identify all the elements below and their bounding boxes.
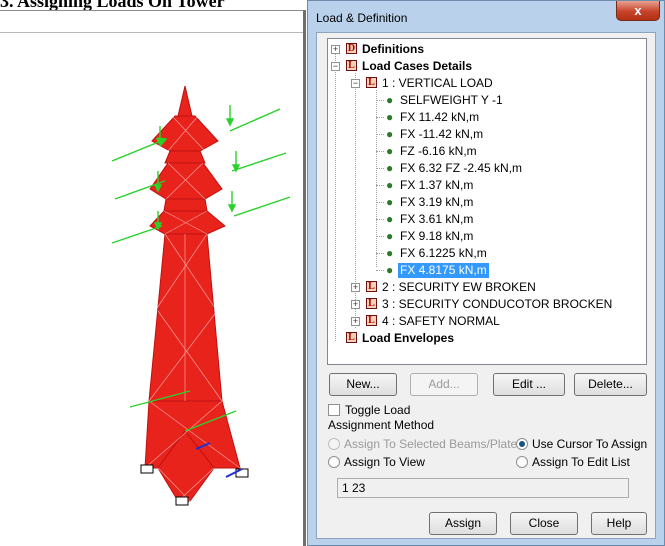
tree-line bbox=[335, 51, 336, 341]
close-icon: x bbox=[634, 3, 642, 18]
tree-label: FX 4.8175 kN,m bbox=[398, 263, 489, 278]
load-item-icon: ● bbox=[386, 93, 394, 107]
assign-edit-list-label: Assign To Edit List bbox=[532, 455, 630, 469]
close-window-button[interactable]: x bbox=[616, 1, 660, 21]
add-button[interactable]: Add... bbox=[410, 373, 478, 396]
assign-selected-radio[interactable] bbox=[328, 438, 340, 450]
load-definition-dialog: Load & Definition x + D Definitions − L … bbox=[307, 0, 665, 546]
load-item-icon: ● bbox=[386, 127, 394, 141]
assign-edit-list-radio[interactable] bbox=[516, 456, 528, 468]
tree-label: FX 3.19 kN,m bbox=[400, 195, 474, 209]
load-tree-view[interactable]: + D Definitions − L Load Cases Details −… bbox=[327, 38, 647, 365]
tree-line bbox=[376, 117, 384, 118]
load-icon: L bbox=[346, 332, 357, 343]
assign-view-radio[interactable] bbox=[328, 456, 340, 468]
use-cursor-label: Use Cursor To Assign bbox=[532, 437, 648, 451]
definitions-icon: D bbox=[346, 43, 357, 54]
tower-body bbox=[144, 85, 241, 502]
load-item-icon: ● bbox=[386, 195, 394, 209]
load-item-icon: ● bbox=[386, 110, 394, 124]
load-icon: L bbox=[366, 298, 377, 309]
tree-line bbox=[376, 202, 384, 203]
expand-icon[interactable]: + bbox=[351, 317, 360, 326]
load-item-icon: ● bbox=[386, 144, 394, 158]
tree-label: FX 1.37 kN,m bbox=[400, 178, 474, 192]
expand-icon[interactable]: + bbox=[331, 45, 340, 54]
tree-line bbox=[376, 185, 384, 186]
tree-line bbox=[376, 151, 384, 152]
delete-button[interactable]: Delete... bbox=[574, 373, 647, 396]
tree-label: FX 6.32 FZ -2.45 kN,m bbox=[400, 161, 523, 175]
dialog-title: Load & Definition bbox=[316, 11, 408, 25]
dialog-titlebar[interactable]: Load & Definition x bbox=[308, 1, 664, 33]
tree-label: Load Envelopes bbox=[362, 331, 455, 345]
load-item-icon: ● bbox=[386, 212, 394, 226]
close-button[interactable]: Close bbox=[510, 512, 578, 535]
assign-button[interactable]: Assign bbox=[429, 512, 497, 535]
load-icon: L bbox=[366, 281, 377, 292]
model-viewport[interactable] bbox=[0, 10, 306, 546]
tree-line bbox=[376, 168, 384, 169]
edit-list-input[interactable]: 1 23 bbox=[337, 478, 629, 498]
new-button[interactable]: New... bbox=[329, 373, 397, 396]
load-item-icon: ● bbox=[386, 263, 394, 277]
load-item-icon: ● bbox=[386, 178, 394, 192]
tree-label: 2 : SECURITY EW BROKEN bbox=[382, 280, 536, 294]
tree-label: FX 9.18 kN,m bbox=[400, 229, 474, 243]
tower-model bbox=[111, 85, 291, 506]
load-item-icon: ● bbox=[386, 161, 394, 175]
tree-label: SELFWEIGHT Y -1 bbox=[400, 93, 503, 107]
tree-label: FX 6.1225 kN,m bbox=[400, 246, 487, 260]
load-item-icon: ● bbox=[386, 229, 394, 243]
edit-button[interactable]: Edit ... bbox=[493, 373, 565, 396]
load-icon: L bbox=[366, 315, 377, 326]
tree-label: 4 : SAFETY NORMAL bbox=[382, 314, 500, 328]
collapse-icon[interactable]: − bbox=[331, 62, 340, 71]
expand-icon[interactable]: + bbox=[351, 300, 360, 309]
tree-label: 3 : SECURITY CONDUCOTOR BROCKEN bbox=[382, 297, 613, 311]
use-cursor-radio[interactable] bbox=[516, 438, 528, 450]
tree-label: FX -11.42 kN,m bbox=[400, 127, 484, 141]
tree-line bbox=[376, 219, 384, 220]
tree-label: FZ -6.16 kN,m bbox=[400, 144, 477, 158]
tree-line bbox=[376, 100, 384, 101]
collapse-icon[interactable]: − bbox=[351, 79, 360, 88]
assign-view-label: Assign To View bbox=[344, 455, 425, 469]
tree-label: Definitions bbox=[362, 42, 424, 56]
load-item-icon: ● bbox=[386, 246, 394, 260]
tree-line bbox=[376, 134, 384, 135]
tree-label: FX 3.61 kN,m bbox=[400, 212, 474, 226]
assign-selected-label: Assign To Selected Beams/Plates bbox=[344, 437, 524, 451]
tree-label: Load Cases Details bbox=[362, 59, 473, 73]
expand-icon[interactable]: + bbox=[351, 283, 360, 292]
toggle-load-checkbox[interactable] bbox=[328, 404, 340, 416]
help-button[interactable]: Help bbox=[591, 512, 647, 535]
load-icon: L bbox=[366, 77, 377, 88]
tree-label: FX 11.42 kN,m bbox=[400, 110, 480, 124]
tree-label: 1 : VERTICAL LOAD bbox=[382, 76, 493, 90]
tree-line bbox=[376, 253, 384, 254]
dialog-client-area: + D Definitions − L Load Cases Details −… bbox=[316, 32, 656, 539]
tree-line bbox=[376, 236, 384, 237]
toggle-load-label: Toggle Load bbox=[345, 403, 411, 417]
assignment-method-heading: Assignment Method bbox=[328, 418, 435, 432]
tree-line bbox=[376, 270, 384, 271]
load-icon: L bbox=[346, 60, 357, 71]
